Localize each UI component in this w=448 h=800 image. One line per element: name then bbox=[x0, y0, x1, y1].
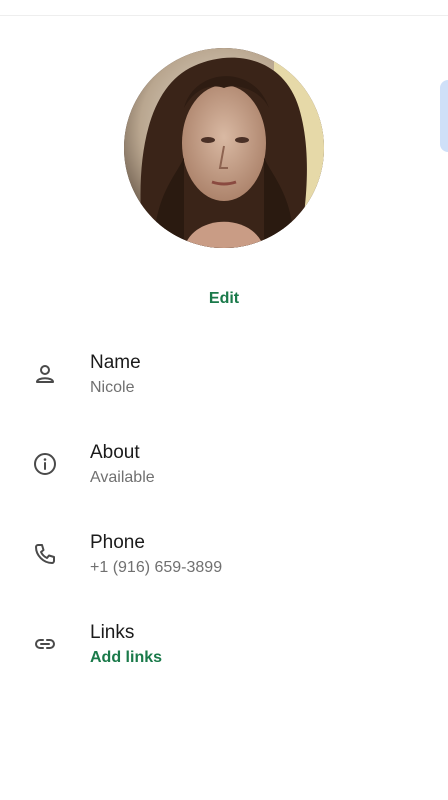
name-title: Name bbox=[90, 352, 141, 373]
link-icon bbox=[30, 629, 60, 659]
profile-photo[interactable] bbox=[124, 48, 324, 248]
name-value: Nicole bbox=[90, 379, 135, 396]
edit-photo-link[interactable]: Edit bbox=[0, 290, 448, 308]
name-row[interactable]: Name Nicole bbox=[0, 350, 448, 420]
phone-icon bbox=[30, 539, 60, 569]
add-links-link[interactable]: Add links bbox=[90, 649, 162, 667]
phone-title: Phone bbox=[90, 532, 145, 553]
phone-value: +1 (916) 659-3899 bbox=[90, 559, 223, 576]
person-icon bbox=[30, 359, 60, 389]
links-title: Links bbox=[90, 622, 135, 643]
profile-screen: Edit Name Nicole About Available Phone +… bbox=[0, 0, 448, 800]
about-value: Available bbox=[90, 469, 155, 486]
edge-handle[interactable] bbox=[440, 80, 448, 152]
info-icon bbox=[30, 449, 60, 479]
profile-photo-image bbox=[124, 48, 324, 248]
about-row[interactable]: About Available bbox=[0, 440, 448, 510]
top-divider bbox=[0, 15, 448, 16]
phone-row[interactable]: Phone +1 (916) 659-3899 bbox=[0, 530, 448, 600]
links-row[interactable]: Links Add links bbox=[0, 620, 448, 690]
about-title: About bbox=[90, 442, 140, 463]
